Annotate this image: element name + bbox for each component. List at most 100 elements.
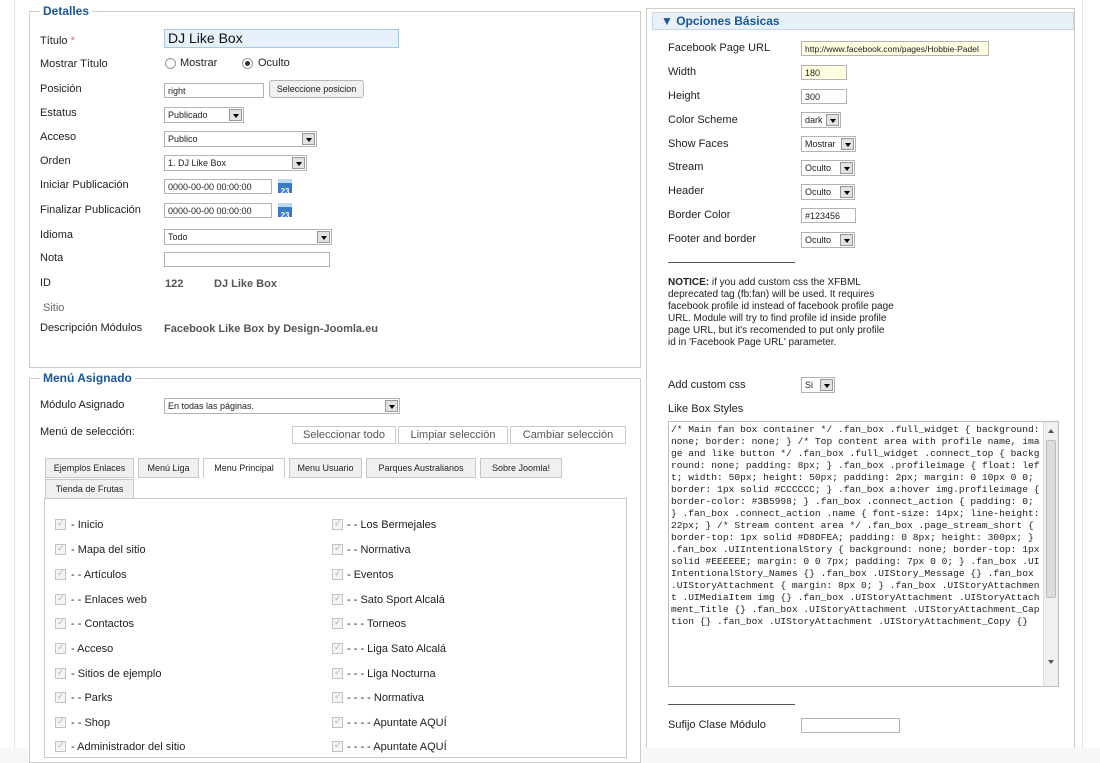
change-selection-button[interactable]: Cambiar selección bbox=[510, 426, 626, 444]
sufijo-clase-modulo-label: Sufijo Clase Módulo bbox=[668, 719, 766, 731]
menu-item-checkbox[interactable] bbox=[55, 716, 66, 728]
like-box-styles-textarea[interactable]: /* Main fan box container */ .fan_box .f… bbox=[668, 421, 1059, 687]
estatus-select[interactable]: Publicado bbox=[164, 107, 244, 123]
menu-item-checkbox[interactable] bbox=[332, 543, 343, 555]
textarea-scrollbar[interactable] bbox=[1043, 422, 1058, 686]
menu-item: - Administrador del sitio bbox=[71, 741, 186, 753]
calendar-icon[interactable]: 23 bbox=[278, 203, 292, 220]
border-color-input[interactable]: #123456 bbox=[801, 208, 856, 223]
chevron-down-icon bbox=[826, 114, 839, 126]
color-scheme-label: Color Scheme bbox=[668, 114, 738, 126]
finalizar-publicacion-input[interactable]: 0000-00-00 00:00:00 bbox=[164, 203, 272, 218]
tab-tienda-de-frutas[interactable]: Tienda de Frutas bbox=[45, 479, 134, 499]
select-all-button[interactable]: Seleccionar todo bbox=[292, 426, 396, 444]
footer-and-border-select[interactable]: Oculto bbox=[801, 232, 855, 248]
menu-item-checkbox[interactable] bbox=[55, 543, 66, 555]
stream-select[interactable]: Oculto bbox=[801, 160, 855, 176]
radio-oculto-label: Oculto bbox=[258, 57, 290, 69]
menu-item: - - - - Apuntate AQUÍ bbox=[347, 717, 447, 729]
tab-menu-usuario[interactable]: Menu Usuario bbox=[289, 458, 362, 478]
titulo-label: Título * bbox=[40, 35, 75, 47]
add-custom-css-label: Add custom css bbox=[668, 379, 746, 391]
chevron-down-icon bbox=[302, 133, 315, 145]
menu-item: - - Artículos bbox=[71, 569, 127, 581]
scroll-up-icon[interactable] bbox=[1048, 429, 1054, 433]
menu-asignado-legend: Menú Asignado bbox=[43, 371, 132, 385]
chevron-down-icon bbox=[820, 379, 833, 391]
scroll-thumb[interactable] bbox=[1046, 440, 1056, 598]
orden-select[interactable]: 1. DJ Like Box bbox=[164, 155, 307, 171]
acceso-value: Publico bbox=[168, 134, 198, 144]
acceso-label: Acceso bbox=[40, 131, 77, 143]
like-box-styles-label: Like Box Styles bbox=[668, 403, 744, 415]
menu-item: - - Sato Sport Alcalá bbox=[347, 594, 445, 606]
menu-item-checkbox[interactable] bbox=[55, 642, 66, 654]
radio-mostrar[interactable] bbox=[165, 58, 176, 69]
radio-oculto[interactable] bbox=[242, 58, 253, 69]
tab-sobre-joomla[interactable]: Sobre Joomla! bbox=[480, 458, 562, 478]
id-label: ID bbox=[40, 277, 51, 289]
menu-item: - - - Liga Nocturna bbox=[347, 668, 436, 680]
clear-selection-button[interactable]: Limpiar selección bbox=[398, 426, 508, 444]
menu-item-checkbox[interactable] bbox=[332, 667, 343, 679]
iniciar-publicacion-input[interactable]: 0000-00-00 00:00:00 bbox=[164, 179, 272, 194]
scroll-down-icon[interactable] bbox=[1048, 660, 1054, 664]
titulo-label-text: Título bbox=[40, 35, 68, 47]
tab-parques-australianos[interactable]: Parques Australianos bbox=[366, 458, 476, 478]
menu-item-checkbox[interactable] bbox=[332, 716, 343, 728]
header-select[interactable]: Oculto bbox=[801, 184, 855, 200]
add-custom-css-select[interactable]: Si bbox=[801, 377, 835, 393]
menu-item-checkbox[interactable] bbox=[332, 617, 343, 629]
notice-strong: NOTICE: bbox=[668, 277, 710, 288]
nota-input[interactable] bbox=[164, 252, 330, 267]
iniciar-publicacion-label: Iniciar Publicación bbox=[40, 179, 129, 191]
tab-ejemplos-enlaces[interactable]: Ejemplos Enlaces bbox=[45, 458, 134, 478]
id-name: DJ Like Box bbox=[214, 278, 277, 290]
show-faces-select[interactable]: Mostrar bbox=[801, 136, 856, 152]
seleccione-posicion-button[interactable]: Seleccione posicion bbox=[269, 80, 364, 98]
idioma-select[interactable]: Todo bbox=[164, 229, 332, 245]
modulo-asignado-select[interactable]: En todas las páginas. bbox=[164, 398, 400, 414]
calendar-icon[interactable]: 23 bbox=[278, 179, 292, 196]
height-input[interactable]: 300 bbox=[801, 89, 847, 104]
menu-item-checkbox[interactable] bbox=[55, 593, 66, 605]
menu-item-checkbox[interactable] bbox=[55, 568, 66, 580]
width-input[interactable]: 180 bbox=[801, 65, 847, 80]
menu-item: - Sitios de ejemplo bbox=[71, 668, 162, 680]
sufijo-clase-modulo-input[interactable] bbox=[801, 718, 900, 733]
menu-item-checkbox[interactable] bbox=[332, 642, 343, 654]
menu-item-checkbox[interactable] bbox=[332, 740, 343, 752]
menu-item-checkbox[interactable] bbox=[55, 617, 66, 629]
menu-item-checkbox[interactable] bbox=[55, 667, 66, 679]
right-margin bbox=[1082, 0, 1100, 748]
posicion-input[interactable]: right bbox=[164, 83, 264, 98]
menu-item-checkbox[interactable] bbox=[332, 593, 343, 605]
menu-item: - - - Torneos bbox=[347, 618, 407, 630]
opciones-basicas-header[interactable]: ▼ Opciones Básicas bbox=[652, 12, 1074, 30]
tab-menu-liga[interactable]: Menú Liga bbox=[138, 458, 199, 478]
menu-item-checkbox[interactable] bbox=[55, 518, 66, 530]
menu-item-checkbox[interactable] bbox=[55, 740, 66, 752]
menu-item-checkbox[interactable] bbox=[332, 691, 343, 703]
menu-item-checkbox[interactable] bbox=[55, 691, 66, 703]
chevron-down-icon bbox=[840, 234, 853, 246]
sitio-label: Sitio bbox=[43, 302, 65, 314]
titulo-input[interactable]: DJ Like Box bbox=[164, 29, 399, 48]
stream-value: Oculto bbox=[805, 163, 832, 173]
acceso-select[interactable]: Publico bbox=[164, 131, 317, 147]
color-scheme-select[interactable]: dark bbox=[801, 112, 841, 128]
required-mark: * bbox=[70, 35, 75, 47]
descripcion-label: Descripción Módulos bbox=[40, 322, 143, 334]
estatus-label: Estatus bbox=[40, 107, 77, 119]
menu-item: - Mapa del sitio bbox=[71, 544, 146, 556]
chevron-down-icon bbox=[840, 186, 853, 198]
mostrar-titulo-label: Mostrar Título bbox=[40, 58, 108, 70]
posicion-label: Posición bbox=[40, 83, 82, 95]
menu-seleccion-label: Menú de selección: bbox=[40, 426, 135, 438]
facebook-page-url-input[interactable]: http://www.facebook.com/pages/Hobbie-Pad… bbox=[801, 41, 989, 56]
menu-item-checkbox[interactable] bbox=[332, 568, 343, 580]
tab-menu-principal[interactable]: Menu Principal bbox=[203, 458, 285, 478]
menu-item-checkbox[interactable] bbox=[332, 518, 343, 530]
left-margin bbox=[0, 0, 15, 748]
menu-item: - - Enlaces web bbox=[71, 594, 147, 606]
